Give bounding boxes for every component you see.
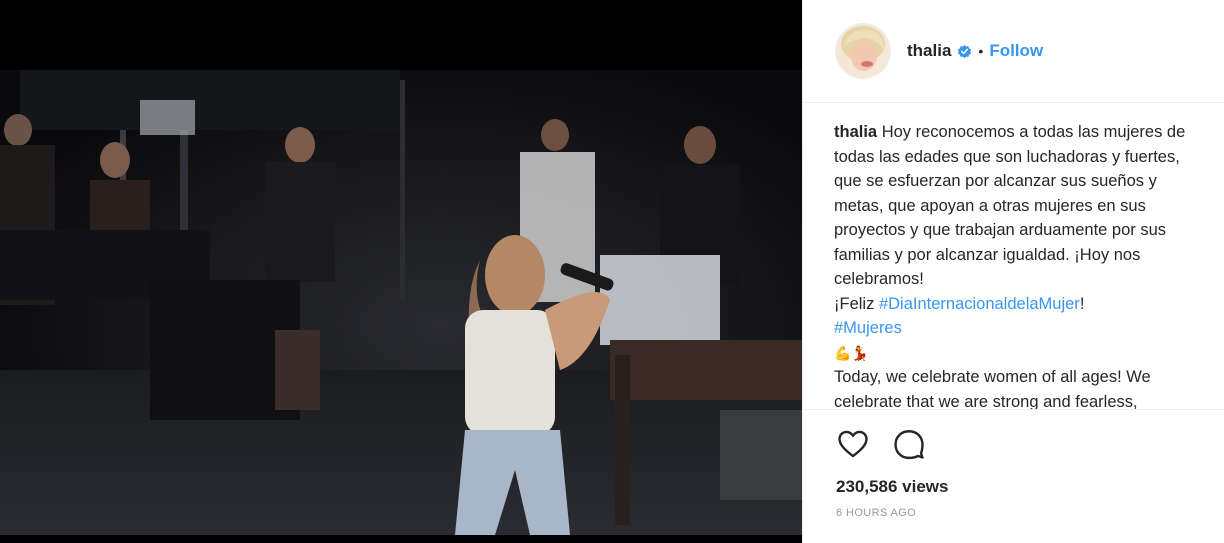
username[interactable]: thalia [907, 41, 951, 61]
separator-dot: • [978, 43, 984, 59]
post-timestamp[interactable]: 6 HOURS AGO [803, 507, 1224, 519]
post-header: thalia • Follow [803, 0, 1224, 103]
caption-text-es: Hoy reconocemos a todas las mujeres de t… [834, 123, 1186, 288]
hashtag-mujeres[interactable]: #Mujeres [834, 319, 902, 337]
caption-paragraph-es: thalia Hoy reconocemos a todas las mujer… [834, 120, 1204, 292]
caption-line-emojis: 💪💃 [834, 341, 1204, 366]
post-actions [803, 410, 1224, 463]
verified-badge-icon [958, 44, 972, 58]
post-caption: thalia Hoy reconocemos a todas las mujer… [803, 103, 1224, 410]
comment-icon[interactable] [892, 427, 926, 461]
caption-text-en: Today, we celebrate women of all ages! W… [834, 368, 1151, 410]
caption-exclaim: ! [1079, 294, 1085, 313]
caption-paragraph-en: Today, we celebrate women of all ages! W… [834, 365, 1204, 410]
video-frame-image [0, 70, 802, 535]
caption-line-feliz: ¡Feliz #DiaInternacionaldelaMujer! [834, 292, 1204, 317]
avatar[interactable] [835, 23, 891, 79]
caption-emojis: 💪💃 [834, 344, 869, 361]
caption-feliz: ¡Feliz [834, 294, 875, 313]
follow-button[interactable]: Follow [989, 41, 1043, 61]
instagram-post: thalia • Follow thalia Hoy reconocemos a… [0, 0, 1224, 543]
heart-icon[interactable] [836, 427, 870, 461]
hashtag-dia-internacional[interactable]: #DiaInternacionaldelaMujer [879, 295, 1080, 313]
caption-line-hashtag2: #Mujeres [834, 316, 1204, 341]
caption-username[interactable]: thalia [834, 123, 877, 141]
video-player[interactable] [0, 70, 802, 535]
avatar-image [836, 24, 890, 78]
post-sidebar: thalia • Follow thalia Hoy reconocemos a… [802, 0, 1224, 543]
views-count[interactable]: 230,586 views [803, 477, 1224, 497]
post-media[interactable] [0, 0, 802, 543]
